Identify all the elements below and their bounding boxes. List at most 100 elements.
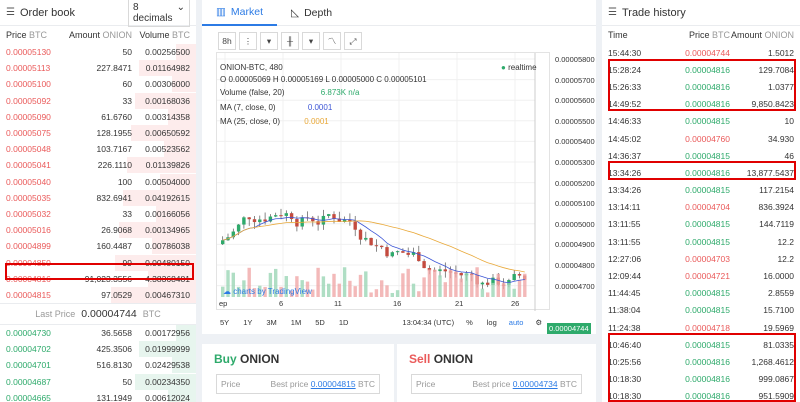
amount-cell: 16.0000 (763, 271, 794, 282)
candle-body (252, 219, 257, 223)
price-cell: 0.00005113 (6, 63, 51, 74)
volume-cell: 0.00504000 (145, 176, 190, 187)
order-book-row[interactable]: 0.00005040 100 0.00504000 (0, 173, 196, 190)
trade-row: 14:46:33 0.00004815 10 (602, 113, 800, 130)
more-options-icon[interactable]: ⋮ (239, 32, 257, 50)
time-cell: 13:34:26 (608, 185, 642, 196)
order-book-row[interactable]: 0.00005016 26.9068 0.00134965 (0, 222, 196, 239)
order-book-row[interactable]: 0.00005090 61.6760 0.00314358 (0, 108, 196, 125)
tab-depth[interactable]: ◺ Depth (277, 0, 346, 26)
order-book-row[interactable]: 0.00005075 128.1955 0.00650592 (0, 125, 196, 142)
tab-market[interactable]: ▥ Market (202, 0, 278, 26)
interval-button[interactable]: 8h (218, 32, 236, 50)
range-button[interactable]: 1Y (243, 318, 252, 327)
buy-title: Buy ONION (202, 344, 394, 370)
order-book-row[interactable]: 0.00005092 33 0.00168036 (0, 92, 196, 109)
tradingview-watermark[interactable]: ☁ charts by TradingView (223, 287, 312, 296)
x-tick-label: ep (219, 299, 228, 308)
volume-bar (353, 286, 357, 297)
y-tick-label: 0.00005400 (555, 137, 595, 147)
range-button[interactable]: 3M (266, 318, 276, 327)
price-cell: 0.00005100 (6, 79, 51, 90)
price-chart[interactable]: ONION-BTC, 480 O 0.00005069 H 0.00005169… (216, 52, 595, 334)
log-toggle[interactable]: log (487, 318, 497, 327)
order-book-row[interactable]: 0.00005035 832.6941 0.04192615 (0, 189, 196, 206)
price-cell: 0.00005130 (6, 47, 51, 58)
candle-body (353, 221, 357, 230)
order-book-row[interactable]: 0.00005113 227.8471 0.01164982 (0, 60, 196, 77)
trade-row: 11:38:04 0.00004815 15.7100 (602, 302, 800, 319)
y-tick-label: 0.00005700 (555, 75, 595, 85)
range-button[interactable]: 5D (315, 318, 325, 327)
sell-best-label: Best price (472, 379, 511, 389)
price-cell: 0.00005016 (6, 225, 51, 236)
volume-bar (486, 292, 490, 297)
order-book-row[interactable]: 0.00004816 91,023.3556 4.38368481 (0, 270, 196, 287)
fullscreen-icon[interactable]: ⤢ (344, 32, 362, 50)
time-cell: 11:38:04 (608, 305, 641, 316)
price-cell: 0.00004816 (685, 167, 730, 178)
indicators-icon[interactable]: 〽 (323, 32, 341, 50)
auto-toggle[interactable]: auto (509, 318, 524, 327)
order-book-row[interactable]: 0.00004687 50 0.00234350 (0, 373, 196, 390)
candle-body (380, 245, 384, 248)
last-price-row: Last Price 0.00004744 BTC (0, 303, 196, 325)
order-book-row[interactable]: 0.00004899 160.4487 0.00786038 (0, 238, 196, 255)
range-button[interactable]: 1M (291, 318, 301, 327)
time-cell: 15:26:33 (608, 81, 642, 92)
order-book-row[interactable]: 0.00004665 131.1949 0.00612024 (0, 389, 196, 402)
amount-cell: 160.4487 (96, 241, 132, 252)
amount-cell: 516.8130 (96, 360, 132, 371)
sell-price-input[interactable]: Price Best price 0.00004734 BTC (411, 374, 582, 394)
candle-style-icon[interactable]: ╫ (281, 32, 299, 50)
chevron-down-icon[interactable]: ▾ (302, 32, 320, 50)
trade-row: 10:18:30 0.00004816 999.0867 (602, 371, 800, 388)
buy-best-value-link[interactable]: 0.00004815 (311, 379, 356, 389)
chevron-down-icon[interactable]: ▾ (260, 32, 278, 50)
order-book-row[interactable]: 0.00004701 516.8130 0.02429538 (0, 357, 196, 374)
order-book-row[interactable]: 0.00005130 50 0.00256500 (0, 44, 196, 61)
buy-best-label: Best price (270, 379, 309, 389)
order-book-row[interactable]: 0.00004815 97.0529 0.00467310 (0, 286, 196, 303)
volume-bar (348, 280, 352, 297)
ma25-value: 0.0001 (304, 117, 329, 126)
order-book-row[interactable]: 0.00005041 226.1110 0.01139826 (0, 157, 196, 174)
volume-bar (374, 289, 379, 297)
decimals-select[interactable]: 8 decimals ⌄ (128, 0, 190, 27)
price-cell: 0.00004721 (685, 271, 730, 282)
amount-cell: 227.8471 (96, 63, 132, 74)
candle-body (263, 219, 267, 222)
price-cell: 0.00005032 (6, 208, 51, 219)
buy-price-input[interactable]: Price Best price 0.00004815 BTC (216, 374, 380, 394)
volume-bar (448, 269, 453, 297)
price-cell: 0.00005092 (6, 95, 51, 106)
order-book-row[interactable]: 0.00005048 103.7167 0.00523562 (0, 141, 196, 158)
order-book-row[interactable]: 0.00004702 425.3506 0.01999999 (0, 341, 196, 358)
price-cell: 0.00005048 (6, 144, 51, 155)
amount-cell: 2.8559 (768, 288, 794, 299)
volume-bar (327, 283, 331, 297)
order-book-row[interactable]: 0.00005032 33 0.00166056 (0, 205, 196, 222)
volume-cell: 0.01164982 (145, 63, 190, 74)
volume-cell: 0.00523562 (145, 144, 190, 155)
time-cell: 14:49:52 (608, 99, 642, 110)
order-book-row[interactable]: 0.00004730 36.5658 0.00172956 (0, 325, 196, 342)
order-book-row[interactable]: 0.00004850 99 0.00480150 (0, 254, 196, 271)
trade-history-panel: ☰ Trade history Time Price BTC Amount ON… (602, 0, 800, 402)
volume-cell: 4.38368481 (145, 273, 190, 284)
order-book-row[interactable]: 0.00005100 60 0.00306000 (0, 76, 196, 93)
col-amount: Amount (68, 30, 100, 40)
candle-body (385, 247, 389, 257)
sell-best-value-link[interactable]: 0.00004734 (513, 379, 558, 389)
candle-body (284, 213, 288, 216)
volume-cell: 0.00650592 (145, 128, 190, 139)
last-price-value: 0.00004744 (81, 308, 137, 320)
list-icon: ☰ (6, 7, 15, 18)
sell-coin: ONION (433, 352, 474, 366)
trade-row: 14:49:52 0.00004816 9,850.8423 (602, 96, 800, 113)
range-button[interactable]: 1D (339, 318, 349, 327)
settings-gear-icon[interactable]: ⚙ (535, 318, 542, 327)
range-button[interactable]: 5Y (220, 318, 229, 327)
volume-cell: 0.00306000 (145, 79, 190, 90)
percent-toggle[interactable]: % (466, 318, 473, 327)
